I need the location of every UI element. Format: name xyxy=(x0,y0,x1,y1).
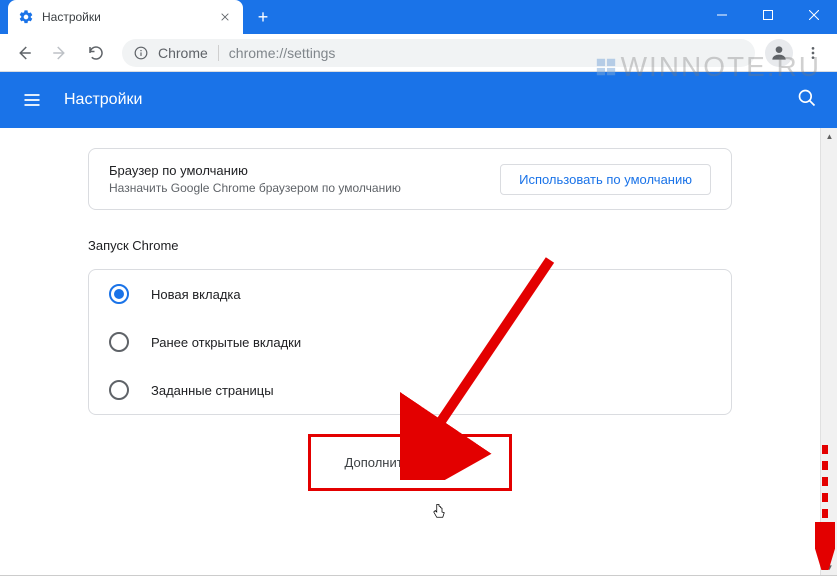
address-bar[interactable]: Chrome chrome://settings xyxy=(122,39,755,67)
forward-button[interactable] xyxy=(44,37,76,69)
kebab-menu-icon[interactable] xyxy=(797,37,829,69)
radio-label: Ранее открытые вкладки xyxy=(151,335,301,350)
startup-option-continue[interactable]: Ранее открытые вкладки xyxy=(89,318,731,366)
window-controls xyxy=(699,0,837,30)
url-text: chrome://settings xyxy=(229,45,336,61)
gear-icon xyxy=(18,9,34,25)
settings-header: Настройки xyxy=(0,72,837,128)
site-info-icon[interactable] xyxy=(134,46,148,60)
radio-label: Заданные страницы xyxy=(151,383,274,398)
radio-label: Новая вкладка xyxy=(151,287,241,302)
advanced-toggle-button[interactable]: Дополнительные xyxy=(311,437,510,488)
search-icon[interactable] xyxy=(797,88,817,113)
default-browser-title: Браузер по умолчанию xyxy=(109,163,500,178)
browser-tab[interactable]: Настройки xyxy=(8,0,243,34)
radio-icon xyxy=(109,332,129,352)
startup-option-specific[interactable]: Заданные страницы xyxy=(89,366,731,414)
reload-button[interactable] xyxy=(80,37,112,69)
default-browser-card: Браузер по умолчанию Назначить Google Ch… xyxy=(88,148,732,210)
window-titlebar: Настройки + xyxy=(0,0,837,34)
close-tab-icon[interactable] xyxy=(217,9,233,25)
close-window-button[interactable] xyxy=(791,0,837,30)
browser-toolbar: Chrome chrome://settings xyxy=(0,34,837,72)
profile-avatar[interactable] xyxy=(765,39,793,67)
startup-section-title: Запуск Chrome xyxy=(88,232,732,263)
chevron-down-icon xyxy=(467,460,475,465)
back-button[interactable] xyxy=(8,37,40,69)
make-default-button[interactable]: Использовать по умолчанию xyxy=(500,164,711,195)
vertical-scrollbar[interactable]: ▲ ▼ xyxy=(820,128,837,576)
url-scheme-label: Chrome xyxy=(158,45,208,61)
scroll-up-arrow[interactable]: ▲ xyxy=(821,128,837,145)
startup-option-new-tab[interactable]: Новая вкладка xyxy=(89,270,731,318)
tab-title: Настройки xyxy=(42,10,209,24)
settings-content: Браузер по умолчанию Назначить Google Ch… xyxy=(0,128,837,576)
omnibox-separator xyxy=(218,45,219,61)
new-tab-button[interactable]: + xyxy=(249,3,277,31)
hamburger-menu-icon[interactable] xyxy=(20,88,44,112)
maximize-button[interactable] xyxy=(745,0,791,30)
radio-icon xyxy=(109,380,129,400)
page-title: Настройки xyxy=(64,91,142,109)
scroll-down-arrow[interactable]: ▼ xyxy=(821,559,837,576)
advanced-label: Дополнительные xyxy=(345,455,448,470)
minimize-button[interactable] xyxy=(699,0,745,30)
radio-icon xyxy=(109,284,129,304)
startup-card: Новая вкладка Ранее открытые вкладки Зад… xyxy=(88,269,732,415)
default-browser-subtitle: Назначить Google Chrome браузером по умо… xyxy=(109,181,500,195)
